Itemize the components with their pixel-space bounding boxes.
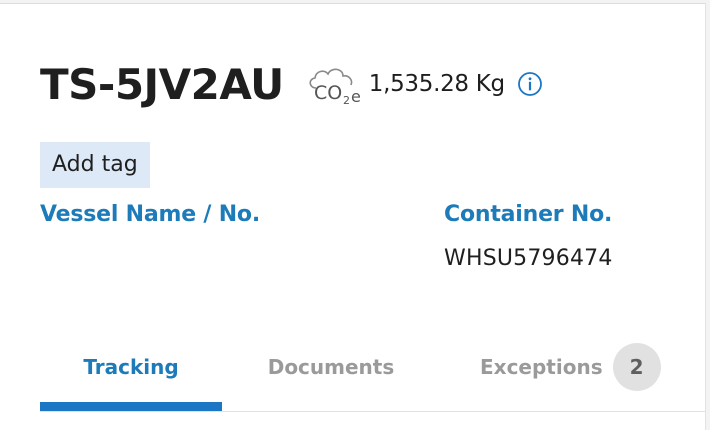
exceptions-count-badge: 2 bbox=[612, 343, 661, 391]
info-icon[interactable] bbox=[517, 71, 543, 97]
tab-tracking-label: Tracking bbox=[83, 355, 179, 379]
title-row: TS-5JV2AU CO 2 e 1,535.28 Kg bbox=[40, 54, 543, 114]
svg-text:e: e bbox=[351, 87, 361, 106]
shipment-id: TS-5JV2AU bbox=[40, 59, 284, 109]
container-number-value: WHSU5796474 bbox=[444, 246, 613, 271]
tab-tracking[interactable]: Tracking bbox=[40, 334, 222, 400]
tab-exceptions-label: Exceptions bbox=[480, 355, 603, 379]
container-number-label: Container No. bbox=[444, 202, 613, 227]
co2e-cloud-icon: CO 2 e bbox=[309, 68, 361, 107]
active-tab-indicator bbox=[40, 402, 222, 411]
emissions-value: 1,535.28 Kg bbox=[368, 71, 505, 97]
tab-bar: Tracking Documents Exceptions 2 bbox=[40, 334, 706, 414]
vessel-name-label: Vessel Name / No. bbox=[40, 202, 260, 227]
tab-documents-label: Documents bbox=[267, 355, 395, 379]
svg-text:CO: CO bbox=[314, 82, 342, 104]
shipment-card: TS-5JV2AU CO 2 e 1,535.28 Kg Add tag Ves… bbox=[0, 3, 706, 430]
svg-text:2: 2 bbox=[343, 94, 350, 107]
tab-exceptions[interactable]: Exceptions 2 bbox=[480, 334, 661, 400]
add-tag-button[interactable]: Add tag bbox=[40, 142, 150, 188]
tab-documents[interactable]: Documents bbox=[260, 334, 402, 400]
tab-bar-divider bbox=[40, 411, 706, 412]
